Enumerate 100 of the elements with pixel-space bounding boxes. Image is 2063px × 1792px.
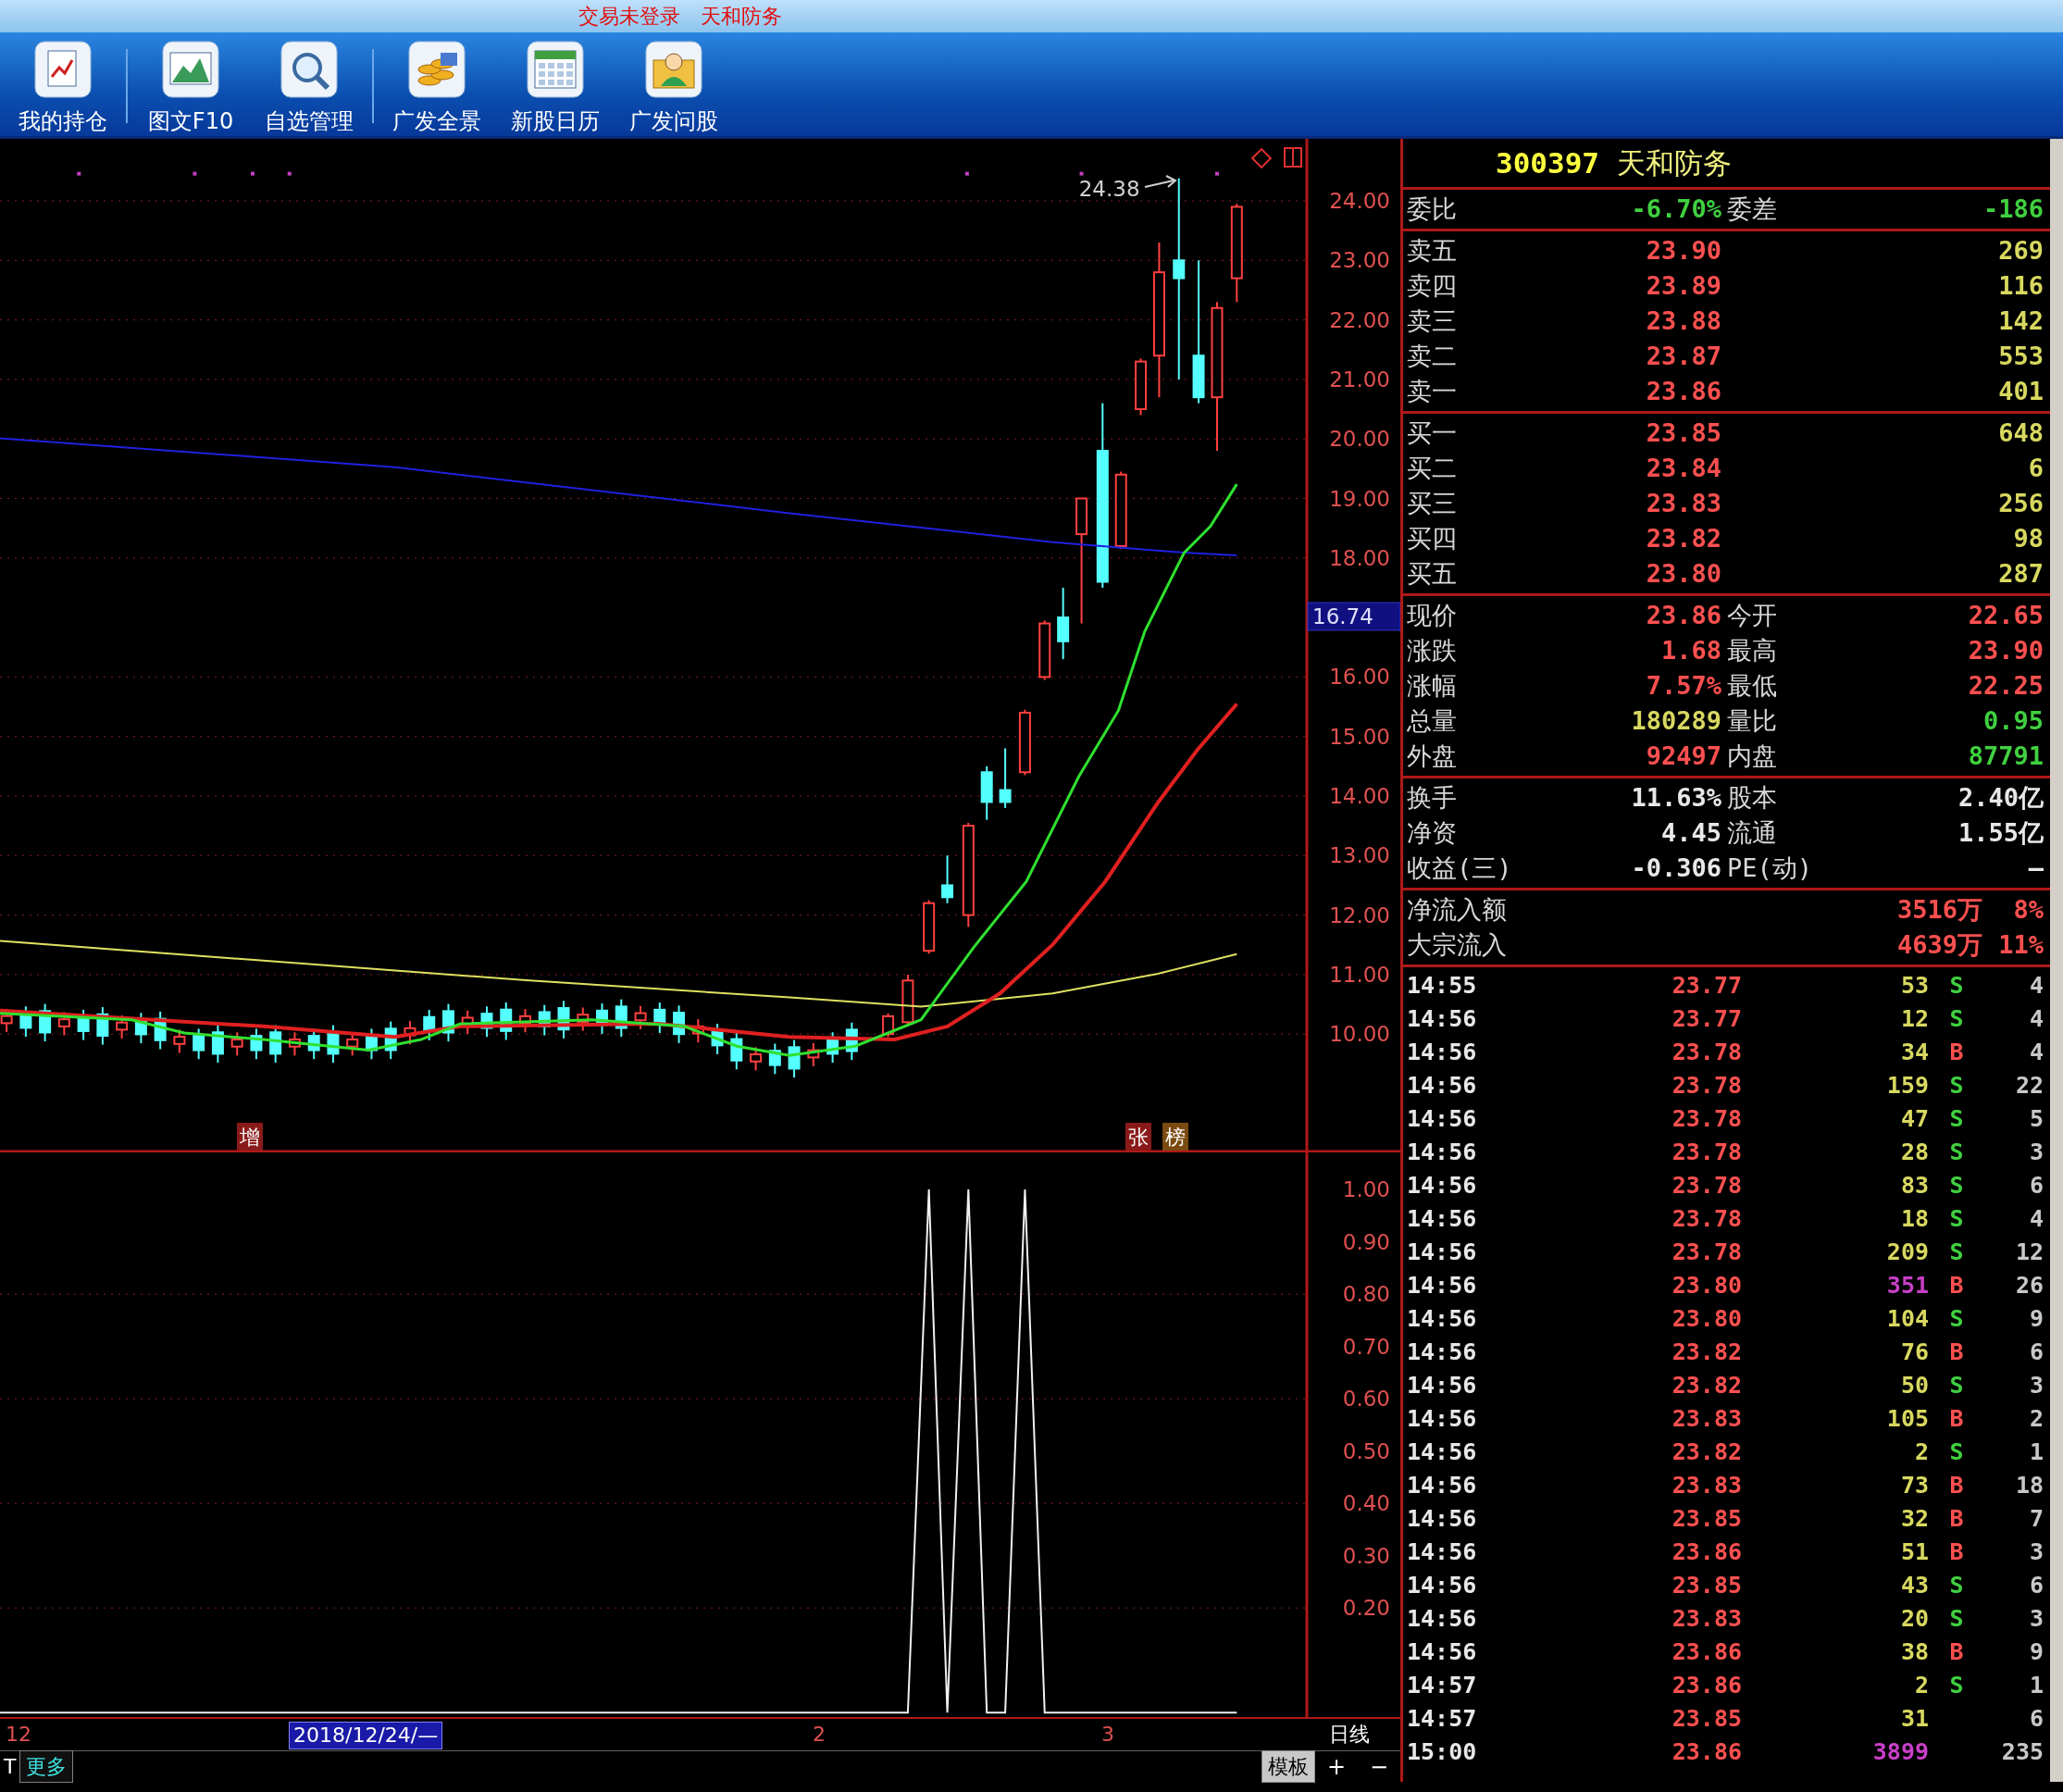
quote-value: 87791	[1967, 740, 2044, 772]
quote-value: 23.90	[1967, 635, 2044, 666]
quote-value: 23.82	[1645, 523, 1721, 554]
candle	[941, 854, 954, 904]
toolbar-button[interactable]: 广发全景	[378, 32, 496, 138]
tick-volume: 50	[1899, 1371, 1929, 1400]
candle	[923, 899, 936, 955]
tick-time: 14:56	[1407, 1437, 1478, 1467]
quote-value: 22.65	[1967, 600, 2044, 631]
quote-value: 2.40亿	[1957, 782, 2044, 814]
toolbar-button[interactable]: 广发问股	[615, 32, 733, 138]
tick-time: 14:56	[1407, 1338, 1478, 1367]
tick-price: 23.86	[1671, 1737, 1742, 1767]
trade-side: S	[1948, 1104, 1965, 1134]
tick-volume: 28	[1899, 1138, 1929, 1167]
candle	[653, 1002, 666, 1034]
tick-time: 14:56	[1407, 1537, 1478, 1567]
candle	[538, 1003, 551, 1037]
quote-label: 涨跌	[1407, 635, 1458, 666]
stock-code: 300397	[1496, 146, 1599, 180]
date-label: 3	[1100, 1722, 1115, 1748]
tick-volume: 32	[1899, 1504, 1929, 1534]
trade-side: B	[1948, 1038, 1965, 1067]
quote-value: 1.68	[1659, 635, 1721, 666]
zoom-in-button[interactable]: +	[1315, 1749, 1358, 1784]
trade-side: B	[1948, 1537, 1965, 1567]
tick-time: 15:00	[1407, 1737, 1478, 1767]
candle	[211, 1024, 224, 1064]
trade-side: S	[1948, 1171, 1965, 1201]
indicator-axis-label: 1.00	[1342, 1177, 1390, 1202]
candle	[193, 1027, 205, 1061]
chart-marker-badge: 增	[237, 1123, 263, 1151]
tick-count: 3	[2028, 1537, 2044, 1567]
tick-count: 3	[2028, 1138, 2044, 1167]
price-axis-label: 20.00	[1329, 427, 1390, 452]
tick-count: 6	[2028, 1571, 2044, 1600]
toolbar-button[interactable]: 我的持仓	[4, 32, 122, 138]
tick-volume: 47	[1899, 1104, 1929, 1134]
indicator-axis-label: 0.80	[1342, 1282, 1390, 1307]
tick-count: 2	[2028, 1404, 2044, 1434]
trade-side: B	[1948, 1271, 1965, 1300]
tick-price: 23.78	[1671, 1204, 1742, 1234]
quote-label: 卖五	[1407, 235, 1458, 267]
candle	[250, 1027, 263, 1061]
toolbar-button[interactable]: 新股日历	[496, 32, 615, 138]
trade-side: S	[1948, 1204, 1965, 1234]
quote-label: 卖四	[1407, 270, 1458, 302]
quote-value: 23.84	[1645, 453, 1721, 484]
tick-count: 6	[2028, 1704, 2044, 1734]
quote-value: 7.57%	[1645, 670, 1721, 702]
candle	[173, 1028, 186, 1054]
tick-count: 4	[2028, 1038, 2044, 1067]
tick-price: 23.83	[1671, 1604, 1742, 1634]
zoom-out-button[interactable]: −	[1358, 1749, 1400, 1784]
candle	[423, 1009, 436, 1041]
candle	[154, 1010, 167, 1051]
trade-side: B	[1948, 1637, 1965, 1667]
tick-count: 4	[2028, 1204, 2044, 1234]
candle	[711, 1023, 724, 1055]
tick-volume: 3899	[1871, 1737, 1929, 1767]
candle	[615, 998, 628, 1039]
quote-label: 涨幅	[1407, 670, 1458, 702]
quote-value: 648	[1997, 417, 2044, 449]
price-axis-label: 16.00	[1329, 665, 1390, 690]
quote-value: 23.86	[1645, 376, 1721, 407]
tick-volume: 76	[1899, 1338, 1929, 1367]
quote-label: 卖三	[1407, 305, 1458, 337]
person-icon	[644, 40, 703, 99]
quote-value: 269	[1997, 235, 2044, 267]
template-button[interactable]: 模板	[1261, 1750, 1315, 1783]
candle	[384, 1020, 397, 1061]
tick-volume: 2	[1913, 1437, 1929, 1467]
period-label[interactable]: 日线	[1325, 1722, 1373, 1748]
candle	[19, 1005, 32, 1039]
trade-side: S	[1948, 1071, 1965, 1101]
candle	[691, 1018, 704, 1044]
quote-value: 6	[2027, 453, 2044, 484]
tick-price: 23.82	[1671, 1437, 1742, 1467]
quote-label: 卖二	[1407, 341, 1458, 372]
quote-value: 1.55亿	[1957, 817, 2044, 849]
toolbar-button[interactable]: 图文F10	[131, 32, 250, 138]
tick-count: 26	[2014, 1271, 2044, 1300]
quote-label: 买三	[1407, 488, 1458, 519]
indicator-axis-label: 0.20	[1342, 1596, 1390, 1621]
tick-volume: 38	[1899, 1637, 1929, 1667]
date-label: 12	[5, 1722, 32, 1748]
tick-count: 9	[2028, 1637, 2044, 1667]
quote-label: 卖一	[1407, 376, 1458, 407]
bar-label: T	[3, 1754, 18, 1780]
leader-line	[1144, 175, 1177, 188]
tick-volume: 351	[1885, 1271, 1929, 1300]
quote-label: 委差	[1726, 193, 1778, 225]
quote-value: 23.80	[1645, 558, 1721, 590]
toolbar-button[interactable]: 自选管理	[250, 32, 368, 138]
quote-value: 4.45	[1659, 817, 1721, 849]
candle	[882, 1012, 895, 1039]
price-axis-label: 13.00	[1329, 843, 1390, 868]
tick-time: 14:56	[1407, 1404, 1478, 1434]
more-button[interactable]: 更多	[19, 1750, 74, 1783]
stock-name: 天和防务	[1616, 146, 1732, 180]
